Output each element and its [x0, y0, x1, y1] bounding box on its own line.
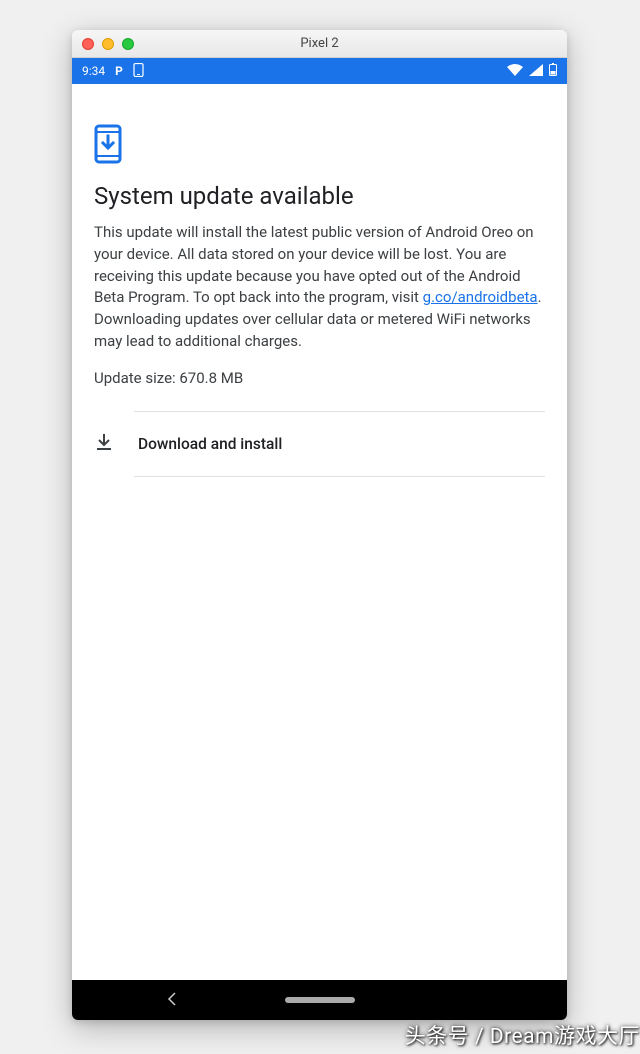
- home-pill[interactable]: [285, 997, 355, 1003]
- cell-signal-icon: [529, 64, 543, 79]
- status-p-icon: P: [115, 64, 123, 78]
- update-content: System update available This update will…: [72, 84, 567, 980]
- window-title: Pixel 2: [72, 36, 567, 51]
- status-time: 9:34: [82, 64, 105, 78]
- android-navbar: [72, 980, 567, 1020]
- wifi-icon: [507, 64, 523, 79]
- back-button[interactable]: [167, 991, 177, 1010]
- emulator-window: Pixel 2 9:34 P: [72, 30, 567, 1020]
- download-install-button[interactable]: Download and install: [94, 412, 545, 476]
- page-title: System update available: [94, 182, 545, 210]
- update-size: Update size: 670.8 MB: [94, 369, 545, 387]
- update-description: This update will install the latest publ…: [94, 222, 545, 353]
- beta-program-link[interactable]: g.co/androidbeta: [423, 288, 538, 306]
- download-icon: [94, 432, 114, 456]
- phone-update-icon: [133, 63, 144, 80]
- android-statusbar[interactable]: 9:34 P: [72, 58, 567, 84]
- action-label: Download and install: [138, 435, 282, 453]
- watermark-text: 头条号 / Dream游戏大厅: [405, 1020, 640, 1050]
- battery-icon: [549, 63, 557, 79]
- mac-titlebar[interactable]: Pixel 2: [72, 30, 567, 58]
- system-update-icon: [94, 124, 122, 164]
- phone-screen: 9:34 P: [72, 58, 567, 1020]
